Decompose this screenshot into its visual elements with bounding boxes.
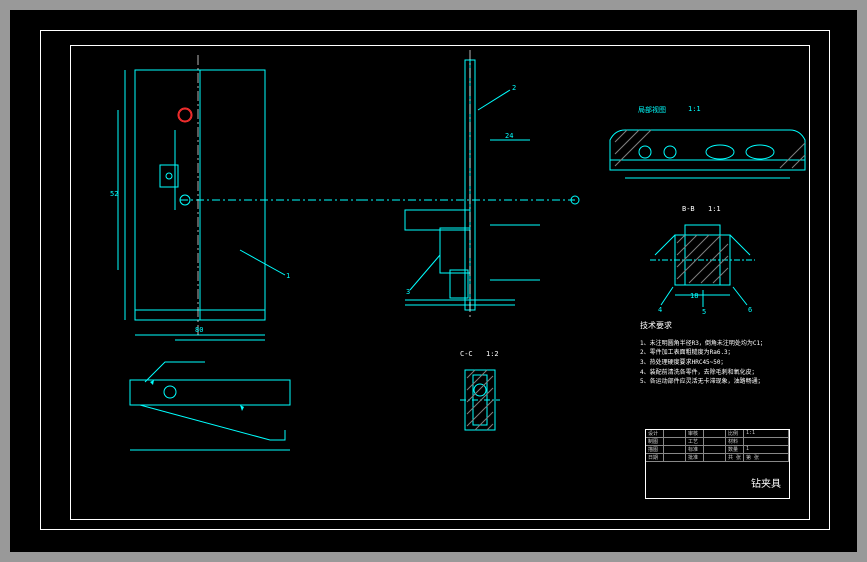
tb-cell — [664, 446, 686, 453]
label-bb-scale: 1:1 — [708, 205, 721, 213]
tb-row: 制图 工艺 材料 — [646, 438, 789, 446]
label-cc-scale: 1:2 — [486, 350, 499, 358]
tech-note-line: 4、装配前清洗各零件，去除毛刺和氧化皮； — [640, 368, 766, 378]
balloon-4: 4 — [658, 306, 662, 314]
tb-cell — [704, 454, 726, 461]
tech-note-line: 5、各运动部件应灵活无卡滞现象，油路畅通； — [640, 377, 766, 387]
tb-row: 日期 批准 共 张 第 张 — [646, 454, 789, 462]
tb-cell: 共 张 — [726, 454, 744, 461]
tb-cell — [664, 430, 686, 437]
tb-cell: 比例 — [726, 430, 744, 437]
dim-4: 18 — [690, 292, 698, 300]
drawing-canvas: 局部视图 1:1 B-B 1:1 C-C 1:2 52 80 24 18 1 2… — [10, 10, 857, 552]
tech-note-line: 3、热处理硬度要求HRC45~50； — [640, 358, 766, 368]
tb-cell: 1:1 — [744, 430, 789, 437]
tb-cell: 标准 — [686, 446, 704, 453]
tb-cell: 第 张 — [744, 454, 789, 461]
tb-cell: 制图 — [646, 438, 664, 445]
tb-cell: 工艺 — [686, 438, 704, 445]
dim-2: 80 — [195, 326, 203, 334]
tb-cell — [664, 438, 686, 445]
tb-cell: 描图 — [646, 446, 664, 453]
balloon-1: 1 — [286, 272, 290, 280]
tb-cell: 设计 — [646, 430, 664, 437]
tb-cell — [704, 430, 726, 437]
tb-cell: 批准 — [686, 454, 704, 461]
title-block: 设计 审核 比例 1:1 制图 工艺 材料 描图 标准 数量 1 日期 批准 — [645, 429, 790, 499]
label-aa-extra: 局部视图 — [638, 105, 666, 115]
balloon-2: 2 — [512, 84, 516, 92]
balloon-6: 6 — [748, 306, 752, 314]
tb-cell: 数量 — [726, 446, 744, 453]
balloon-3: 3 — [406, 288, 410, 296]
tech-notes: 技术要求 1、未注明圆角半径R3，倒角未注明处均为C1； 2、零件加工表面粗糙度… — [640, 320, 766, 387]
tb-cell — [744, 438, 789, 445]
tb-cell — [704, 438, 726, 445]
label-bb: B-B — [682, 205, 695, 213]
balloon-5: 5 — [702, 308, 706, 316]
dim-1: 52 — [110, 190, 118, 198]
tech-notes-title: 技术要求 — [640, 320, 766, 333]
tb-cell — [704, 446, 726, 453]
tech-note-line: 1、未注明圆角半径R3，倒角未注明处均为C1； — [640, 339, 766, 349]
tb-cell: 审核 — [686, 430, 704, 437]
drawing-title: 钻夹具 — [751, 475, 781, 490]
label-cc: C-C — [460, 350, 473, 358]
tb-row: 描图 标准 数量 1 — [646, 446, 789, 454]
tb-cell — [664, 454, 686, 461]
dim-3: 24 — [505, 132, 513, 140]
tb-cell: 1 — [744, 446, 789, 453]
tech-note-line: 2、零件加工表面粗糙度为Ra6.3； — [640, 348, 766, 358]
tb-cell: 材料 — [726, 438, 744, 445]
tb-cell: 日期 — [646, 454, 664, 461]
tb-row: 设计 审核 比例 1:1 — [646, 430, 789, 438]
label-aa-scale: 1:1 — [688, 105, 701, 113]
